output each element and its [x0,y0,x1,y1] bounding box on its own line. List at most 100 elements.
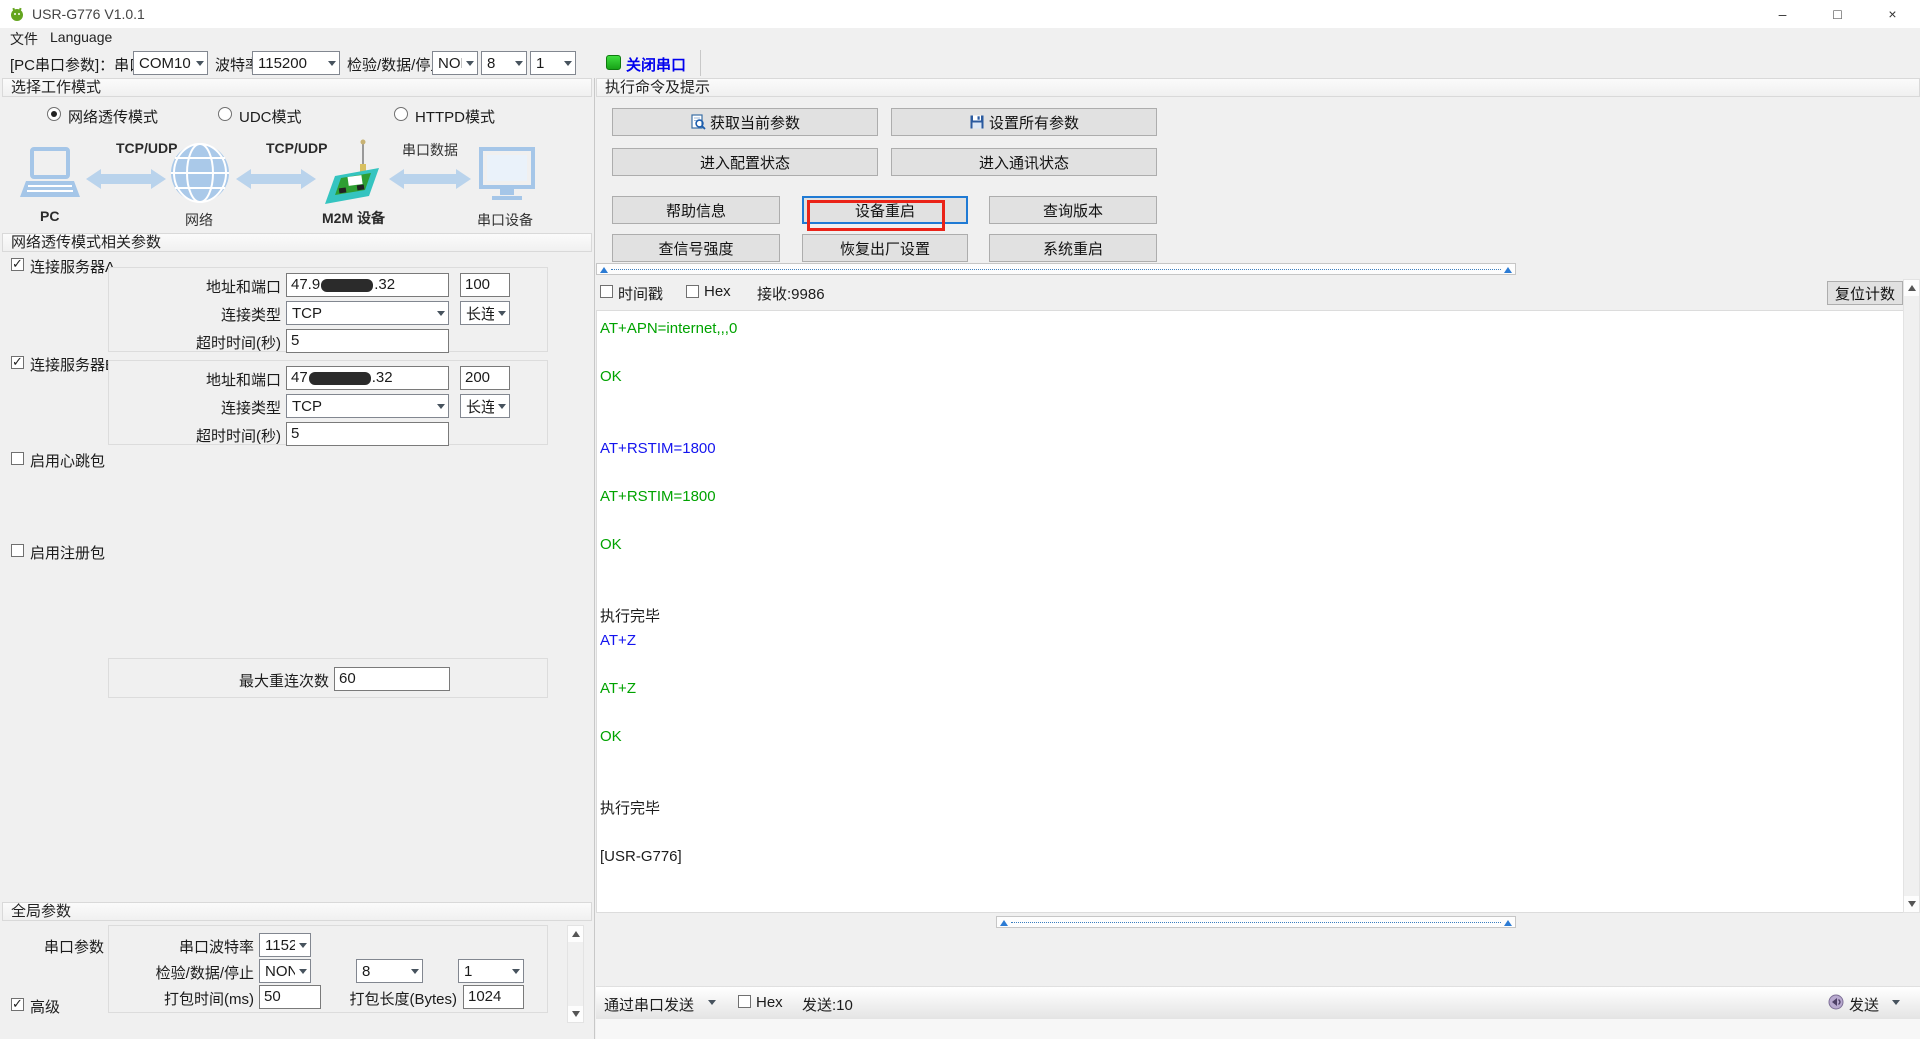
terminal-vscrollbar[interactable] [1903,279,1920,913]
heartbeat-checkbox[interactable] [11,452,24,465]
menu-language[interactable]: Language [50,29,112,45]
close-button[interactable]: × [1865,0,1920,28]
reboot-device-button[interactable]: 设备重启 [802,196,968,224]
enter-config-button[interactable]: 进入配置状态 [612,148,878,176]
server-a-timeout-label: 超时时间(秒) [119,332,281,353]
global-databits-select[interactable]: 8 [356,959,423,983]
chevron-down-icon[interactable] [708,1000,716,1005]
radio-net-transparent-mode[interactable] [47,107,61,121]
scroll-up-arrow-icon[interactable] [1904,280,1919,296]
search-doc-icon [690,114,706,130]
server-a-address-input[interactable]: 47.9.32 [286,273,449,297]
enter-comm-button[interactable]: 进入通讯状态 [891,148,1157,176]
system-reboot-button[interactable]: 系统重启 [989,234,1157,262]
com-port-select[interactable]: COM10 [133,51,208,75]
global-parity-label: 检验/数据/停止 [109,962,254,983]
chevron-down-icon [515,61,523,66]
radio-udc-mode[interactable] [218,107,232,121]
send-hex-checkbox[interactable] [738,995,751,1008]
title-bar: USR-G776 V1.0.1 – □ × [0,0,1920,29]
query-version-button[interactable]: 查询版本 [989,196,1157,224]
server-b-timeout-input[interactable]: 5 [286,422,449,446]
terminal-line: AT+RSTIM=1800 [600,437,1903,461]
terminal-line [600,773,1903,797]
server-a-type-select[interactable]: TCP [286,301,449,325]
scroll-left-arrow-icon[interactable] [600,267,608,273]
server-a-port-input[interactable]: 100 [460,273,510,297]
left-panel-scrollbar[interactable] [567,925,584,1023]
server-b-port-input[interactable]: 200 [460,366,510,390]
server-b-checkbox[interactable] [11,356,24,369]
network-globe-icon [170,142,230,204]
global-baud-select[interactable]: 115200 [259,933,311,957]
global-parity-select[interactable]: NONE [259,959,311,983]
terminal-line [600,341,1903,365]
send-hex-label: Hex [756,994,783,1011]
terminal-line: 执行完毕 [600,605,1903,629]
server-a-timeout-input[interactable]: 5 [286,329,449,353]
get-params-button[interactable]: 获取当前参数 [612,108,878,136]
send-mode-dropdown[interactable]: 通过串口发送 [604,994,694,1015]
help-info-button[interactable]: 帮助信息 [612,196,780,224]
chevron-down-icon[interactable] [1892,1000,1900,1005]
server-b-label: 连接服务器B [30,354,115,375]
serial-toolbar: [PC串口参数]：串口号 COM10 波特率 115200 检验/数据/停止 N… [0,48,1920,78]
global-params-header: 全局参数 [2,902,592,921]
server-b-address-input[interactable]: 47.32 [286,366,449,390]
parity-select[interactable]: NONE [432,51,478,75]
packlen-input[interactable]: 1024 [463,985,524,1009]
timestamp-checkbox[interactable] [600,285,613,298]
send-button[interactable]: 发送 [1849,994,1879,1015]
server-b-type-select[interactable]: TCP [286,394,449,418]
terminal-line: AT+Z [600,677,1903,701]
send-input[interactable] [596,1019,1920,1039]
menu-bar: 文件 Language [0,28,1920,48]
baud-select[interactable]: 115200 [252,51,340,75]
scroll-right-arrow-icon[interactable] [1504,920,1512,926]
server-a-checkbox[interactable] [11,258,24,271]
scroll-down-arrow-icon[interactable] [568,1006,583,1022]
terminal-output[interactable]: AT+APN=internet,,,0 OK AT+RSTIM=1800 AT+… [596,310,1904,913]
port-open-indicator-icon [606,55,621,70]
query-signal-button[interactable]: 查信号强度 [612,234,780,262]
terminal-bottom-scrollbar[interactable] [996,916,1516,928]
stopbits-select[interactable]: 1 [530,51,576,75]
maximize-icon: □ [1833,6,1841,22]
radio-net-transparent-label: 网络透传模式 [68,106,158,127]
advanced-checkbox[interactable] [11,998,24,1011]
menu-file[interactable]: 文件 [10,29,38,49]
server-a-type-label: 连接类型 [119,304,281,325]
server-a-keepalive-select[interactable]: 长连接 [460,301,510,325]
terminal-line [600,653,1903,677]
receive-hex-checkbox[interactable] [686,285,699,298]
radio-httpd-mode[interactable] [394,107,408,121]
global-stopbits-select[interactable]: 1 [458,959,524,983]
timestamp-label: 时间戳 [618,283,663,304]
register-packet-checkbox[interactable] [11,544,24,557]
close-serial-button[interactable]: 关闭串口 [626,54,686,75]
scroll-up-arrow-icon[interactable] [568,926,583,942]
receive-hex-label: Hex [704,283,731,300]
register-packet-label: 启用注册包 [30,542,105,563]
heartbeat-label: 启用心跳包 [30,450,105,471]
scroll-left-arrow-icon[interactable] [1000,920,1008,926]
scroll-down-arrow-icon[interactable] [1904,896,1919,912]
link-label-serial-data: 串口数据 [402,140,458,160]
terminal-top-scrollbar[interactable] [596,263,1516,275]
set-params-button[interactable]: 设置所有参数 [891,108,1157,136]
reset-count-button[interactable]: 复位计数 [1827,281,1903,305]
server-b-keepalive-select[interactable]: 长连接 [460,394,510,418]
command-panel-header: 执行命令及提示 [596,78,1920,97]
send-horn-icon [1828,994,1844,1010]
maximize-button[interactable]: □ [1810,0,1865,28]
databits-select[interactable]: 8 [481,51,527,75]
factory-reset-button[interactable]: 恢复出厂设置 [802,234,968,262]
terminal-line: [USR-G776] [600,845,1903,869]
server-a-addr-label: 地址和端口 [119,276,281,297]
reconnect-input[interactable]: 60 [334,667,450,691]
radio-udc-label: UDC模式 [239,106,302,127]
minimize-button[interactable]: – [1755,0,1810,28]
scroll-right-arrow-icon[interactable] [1504,267,1512,273]
chevron-down-icon [498,311,506,316]
server-b-addr-label: 地址和端口 [119,369,281,390]
